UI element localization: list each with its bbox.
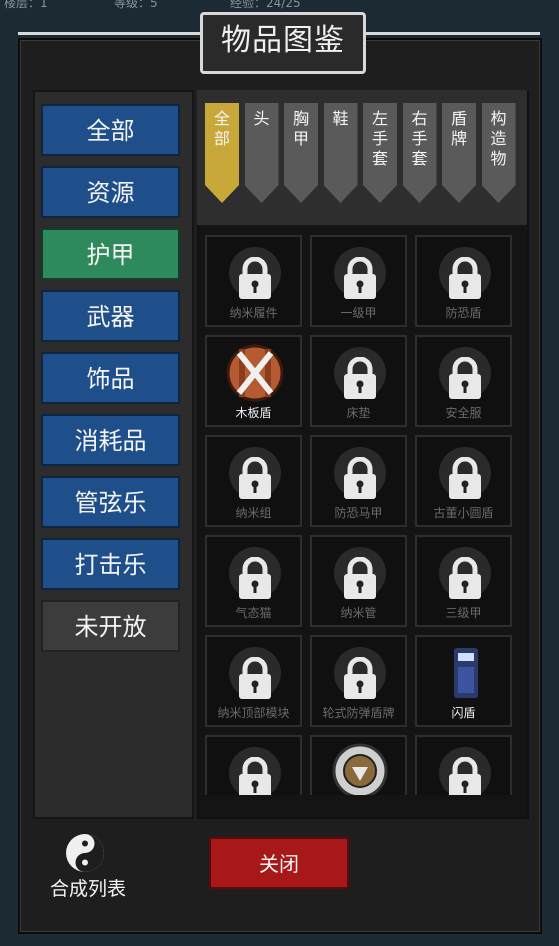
item-cell[interactable] bbox=[205, 735, 302, 795]
item-cell[interactable]: 三级甲 bbox=[415, 535, 512, 627]
category-2[interactable]: 护甲 bbox=[41, 228, 180, 280]
lock-icon bbox=[239, 657, 271, 699]
synthesis-icon[interactable] bbox=[64, 832, 106, 874]
item-name: 古董小圆盾 bbox=[433, 506, 494, 520]
item-cell[interactable] bbox=[415, 735, 512, 795]
tab-1[interactable]: 头 bbox=[244, 103, 279, 203]
tab-3[interactable]: 鞋 bbox=[323, 103, 358, 203]
tab-7[interactable]: 构造物 bbox=[481, 103, 516, 203]
lock-icon bbox=[449, 457, 481, 499]
lock-icon bbox=[344, 257, 376, 299]
item-cell[interactable] bbox=[310, 735, 407, 795]
item-name: 纳米组 bbox=[235, 506, 272, 520]
item-cell[interactable]: 床垫 bbox=[310, 335, 407, 427]
item-name: 防恐马甲 bbox=[334, 506, 383, 520]
item-cell[interactable]: 一级甲 bbox=[310, 235, 407, 327]
item-name: 安全服 bbox=[445, 406, 482, 420]
item-cell[interactable]: 防恐马甲 bbox=[310, 435, 407, 527]
item-cell[interactable]: 纳米履件 bbox=[205, 235, 302, 327]
lock-icon bbox=[449, 257, 481, 299]
lock-icon bbox=[449, 757, 481, 795]
exp-text: 经验：24/25 bbox=[230, 0, 301, 10]
tab-2[interactable]: 胸甲 bbox=[284, 103, 318, 203]
item-cell[interactable]: 安全服 bbox=[415, 335, 512, 427]
lock-icon bbox=[344, 457, 376, 499]
lock-icon bbox=[239, 457, 271, 499]
synthesis-list-label[interactable]: 合成列表 bbox=[38, 874, 138, 901]
wood-shield-icon bbox=[226, 344, 284, 402]
item-name: 木板盾 bbox=[235, 406, 272, 420]
item-name: 纳米管 bbox=[340, 606, 377, 620]
floor-text: 楼层：1 bbox=[4, 0, 48, 10]
item-cell[interactable]: 防恐盾 bbox=[415, 235, 512, 327]
tab-6[interactable]: 盾牌 bbox=[442, 103, 476, 203]
item-cell[interactable]: 闪盾 bbox=[415, 635, 512, 727]
category-0[interactable]: 全部 bbox=[41, 104, 180, 156]
category-3[interactable]: 武器 bbox=[41, 290, 180, 342]
item-cell[interactable]: 古董小圆盾 bbox=[415, 435, 512, 527]
tab-label: 胸甲 bbox=[293, 109, 310, 148]
item-name: 气态猫 bbox=[235, 606, 272, 620]
category-7[interactable]: 打击乐 bbox=[41, 538, 180, 590]
lock-icon bbox=[239, 257, 271, 299]
tab-4[interactable]: 左手套 bbox=[363, 103, 397, 203]
lock-icon bbox=[449, 357, 481, 399]
item-name: 床垫 bbox=[346, 406, 371, 420]
tab-label: 右手套 bbox=[411, 109, 428, 168]
category-5[interactable]: 消耗品 bbox=[41, 414, 180, 466]
tab-0[interactable]: 全部 bbox=[205, 103, 239, 203]
lock-icon bbox=[344, 357, 376, 399]
item-name: 纳米顶部模块 bbox=[217, 706, 290, 720]
tab-5[interactable]: 右手套 bbox=[402, 103, 437, 203]
tab-label: 鞋 bbox=[332, 109, 349, 128]
lock-icon bbox=[239, 557, 271, 599]
item-cell[interactable]: 轮式防弹盾牌 bbox=[310, 635, 407, 727]
item-name: 纳米履件 bbox=[229, 306, 278, 320]
round-shield-icon bbox=[332, 743, 388, 795]
close-button[interactable]: 关闭 bbox=[209, 837, 349, 889]
lock-icon bbox=[239, 757, 271, 795]
tab-label: 左手套 bbox=[372, 109, 389, 168]
item-name: 防恐盾 bbox=[445, 306, 482, 320]
tab-label: 头 bbox=[253, 109, 270, 128]
item-name: 轮式防弹盾牌 bbox=[322, 706, 395, 720]
category-1[interactable]: 资源 bbox=[41, 166, 180, 218]
level-text: 等级：5 bbox=[114, 0, 158, 10]
flash-shield-icon bbox=[452, 646, 480, 700]
page-title: 物品图鉴 bbox=[200, 12, 366, 74]
item-name: 一级甲 bbox=[340, 306, 377, 320]
tab-label: 盾牌 bbox=[451, 109, 468, 148]
category-4[interactable]: 饰品 bbox=[41, 352, 180, 404]
item-name: 闪盾 bbox=[451, 706, 476, 720]
category-8[interactable]: 未开放 bbox=[41, 600, 180, 652]
item-cell[interactable]: 纳米顶部模块 bbox=[205, 635, 302, 727]
item-cell[interactable]: 纳米组 bbox=[205, 435, 302, 527]
item-grid: 纳米履件 一级甲 防恐盾木板盾 床垫 安全服纳米组 防恐马甲 古董小圆盾气态猫 纳米管 三级甲纳… bbox=[205, 235, 515, 795]
lock-icon bbox=[344, 657, 376, 699]
item-cell[interactable]: 纳米管 bbox=[310, 535, 407, 627]
lock-icon bbox=[344, 557, 376, 599]
category-6[interactable]: 管弦乐 bbox=[41, 476, 180, 528]
tab-label: 全部 bbox=[214, 109, 231, 148]
tab-label: 构造物 bbox=[490, 109, 507, 168]
item-cell[interactable]: 气态猫 bbox=[205, 535, 302, 627]
item-name: 三级甲 bbox=[445, 606, 482, 620]
lock-icon bbox=[449, 557, 481, 599]
item-cell[interactable]: 木板盾 bbox=[205, 335, 302, 427]
